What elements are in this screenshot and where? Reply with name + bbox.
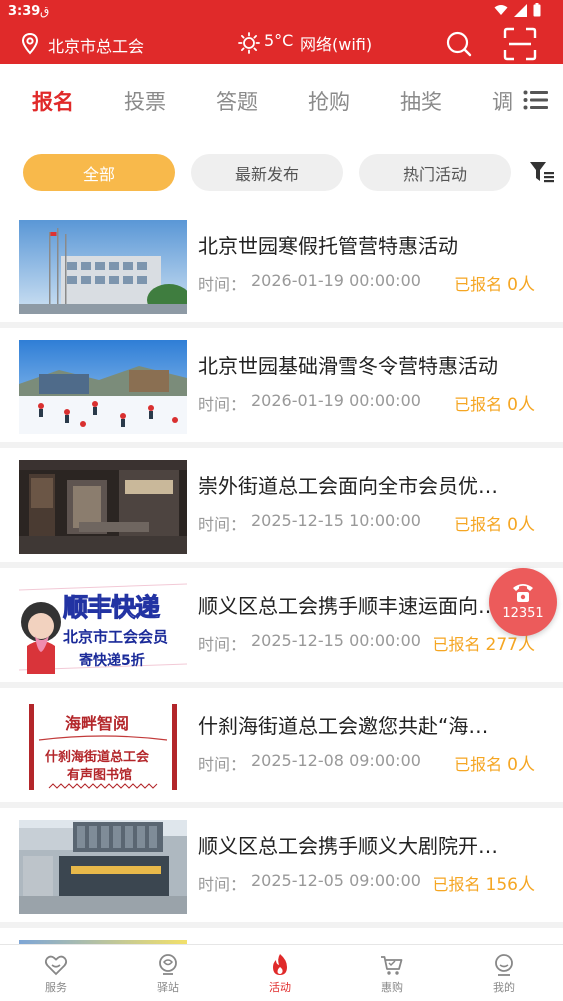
activity-time-label: 时间： <box>198 875 247 894</box>
nav-label: 惠购 <box>381 981 403 994</box>
app-header: 北京市总工会 5°C 网络(wifi) <box>0 24 563 64</box>
activity-card[interactable]: 崇外街道总工会面向全市会员优… 时间： 2025-12-15 10:00:00 … <box>0 448 563 569</box>
promo-headline: 顺丰快递 <box>62 593 160 623</box>
signup-status: 已报名 0人 <box>454 270 535 295</box>
hotline-button[interactable]: 12351 <box>489 568 557 636</box>
cart-icon <box>381 956 403 975</box>
signup-label: 已报名 <box>454 275 503 294</box>
activity-time: 2025-12-05 09:00:00 <box>251 871 421 890</box>
signup-count: 0人 <box>507 515 535 535</box>
promo-subline: 北京市工会会员 <box>63 628 169 646</box>
signup-status: 已报名 0人 <box>454 390 535 415</box>
thumb-heading: 海畔智阅 <box>65 714 130 733</box>
network-status: 网络(wifi) <box>300 35 373 54</box>
activity-card[interactable]: 海畔智阅 什刹海街道总工会 有声图书馆 什刹海街道总工会邀您共赴“海… 时间： … <box>0 688 563 809</box>
status-time: 3:39 <box>8 4 41 19</box>
signup-count: 156人 <box>485 875 535 895</box>
status-bar: 3:39 ق <box>0 0 563 24</box>
signup-count: 0人 <box>507 395 535 415</box>
bottom-nav: 服务 驿站 活动 惠购 我的 <box>0 944 563 1001</box>
filter-all[interactable]: 全部 <box>23 154 175 191</box>
weather-temperature: 5°C <box>264 31 294 50</box>
search-icon[interactable] <box>445 30 473 58</box>
signup-label: 已报名 <box>454 395 503 414</box>
thumb-org: 什刹海街道总工会 <box>45 750 150 765</box>
tab-quiz[interactable]: 答题 <box>216 86 258 116</box>
activity-card[interactable]: 北京世园基础滑雪冬令营特惠活动 时间： 2026-01-19 00:00:00 … <box>0 328 563 449</box>
battery-icon <box>533 3 541 17</box>
activity-title: 顺义区总工会携手顺义大剧院开… <box>198 834 498 858</box>
category-menu-icon[interactable] <box>523 90 549 110</box>
signup-count: 0人 <box>507 755 535 775</box>
filter-popular[interactable]: 热门活动 <box>359 154 511 191</box>
heart-icon <box>44 955 68 976</box>
activity-time: 2026-01-19 00:00:00 <box>251 391 421 410</box>
current-city[interactable]: 北京市总工会 <box>48 33 144 57</box>
nav-profile[interactable]: 我的 <box>448 945 560 1001</box>
filter-icon[interactable] <box>530 161 556 183</box>
activity-card[interactable]: 顺丰快递 北京市工会会员 寄快递5折 顺义区总工会携手顺丰速运面向… 时间： 2… <box>0 568 563 689</box>
signal-icon <box>514 3 527 17</box>
nav-activity[interactable]: 活动 <box>224 945 336 1001</box>
activity-time-label: 时间： <box>198 515 247 534</box>
activity-time: 2025-12-08 09:00:00 <box>251 751 421 770</box>
promo-discount: 寄快递5折 <box>79 653 145 669</box>
signup-label: 已报名 <box>432 875 481 894</box>
signup-label: 已报名 <box>454 755 503 774</box>
category-tabs: 报名 投票 答题 抢购 抽奖 调 <box>0 64 563 134</box>
activity-thumbnail <box>19 340 187 434</box>
activity-title: 崇外街道总工会面向全市会员优… <box>198 474 498 498</box>
notification-indicator: ق <box>40 4 50 18</box>
activity-thumbnail <box>19 820 187 914</box>
activity-time: 2025-12-15 00:00:00 <box>251 631 421 650</box>
activity-title: 什刹海街道总工会邀您共赴“海… <box>198 714 489 738</box>
activity-time-label: 时间： <box>198 395 247 414</box>
activity-thumbnail <box>19 460 187 554</box>
user-icon <box>495 954 513 976</box>
location-pin-icon[interactable] <box>20 32 40 56</box>
station-icon <box>159 954 177 975</box>
wifi-icon <box>494 5 508 15</box>
phone-icon <box>513 584 533 602</box>
tab-signup[interactable]: 报名 <box>32 86 74 116</box>
signup-count: 0人 <box>507 275 535 295</box>
nav-shop[interactable]: 惠购 <box>336 945 448 1001</box>
nav-service[interactable]: 服务 <box>0 945 112 1001</box>
flame-icon <box>273 954 287 975</box>
activity-card[interactable]: 顺义区总工会携手顺义大剧院开… 时间： 2025-12-05 09:00:00 … <box>0 808 563 929</box>
activity-time-label: 时间： <box>198 755 247 774</box>
system-icons <box>494 3 541 17</box>
tab-flash-sale[interactable]: 抢购 <box>308 86 350 116</box>
signup-label: 已报名 <box>432 635 481 654</box>
hotline-number: 12351 <box>502 606 544 621</box>
signup-status: 已报名 156人 <box>432 870 535 895</box>
activity-time: 2026-01-19 00:00:00 <box>251 271 421 290</box>
thumb-subheading: 有声图书馆 <box>67 768 133 783</box>
nav-label: 我的 <box>493 981 515 994</box>
activity-thumbnail <box>19 220 187 314</box>
activity-time-label: 时间： <box>198 275 247 294</box>
nav-label: 活动 <box>269 981 291 994</box>
tab-lottery[interactable]: 抽奖 <box>400 86 442 116</box>
tab-survey[interactable]: 调 <box>492 86 513 116</box>
sun-icon <box>238 32 260 54</box>
activity-title: 北京世园基础滑雪冬令营特惠活动 <box>198 354 498 378</box>
tab-vote[interactable]: 投票 <box>124 86 166 116</box>
nav-label: 服务 <box>45 981 67 994</box>
nav-label: 驿站 <box>157 981 179 994</box>
activity-time-label: 时间： <box>198 635 247 654</box>
activity-card[interactable]: 北京世园寒假托管营特惠活动 时间： 2026-01-19 00:00:00 已报… <box>0 208 563 329</box>
signup-status: 已报名 0人 <box>454 510 535 535</box>
scan-icon[interactable] <box>503 27 537 61</box>
filter-latest[interactable]: 最新发布 <box>191 154 343 191</box>
activity-thumbnail: 顺丰快递 北京市工会会员 寄快递5折 <box>19 580 187 674</box>
signup-label: 已报名 <box>454 515 503 534</box>
activity-title: 北京世园寒假托管营特惠活动 <box>198 234 458 258</box>
signup-status: 已报名 0人 <box>454 750 535 775</box>
nav-station[interactable]: 驿站 <box>112 945 224 1001</box>
activity-time: 2025-12-15 10:00:00 <box>251 511 421 530</box>
signup-count: 277人 <box>485 635 535 655</box>
app-root: 3:39 ق 北京市总工会 5°C 网络(wifi) 报名 投票 答题 抢购 抽… <box>0 0 563 1001</box>
activity-thumbnail: 海畔智阅 什刹海街道总工会 有声图书馆 <box>19 700 187 794</box>
